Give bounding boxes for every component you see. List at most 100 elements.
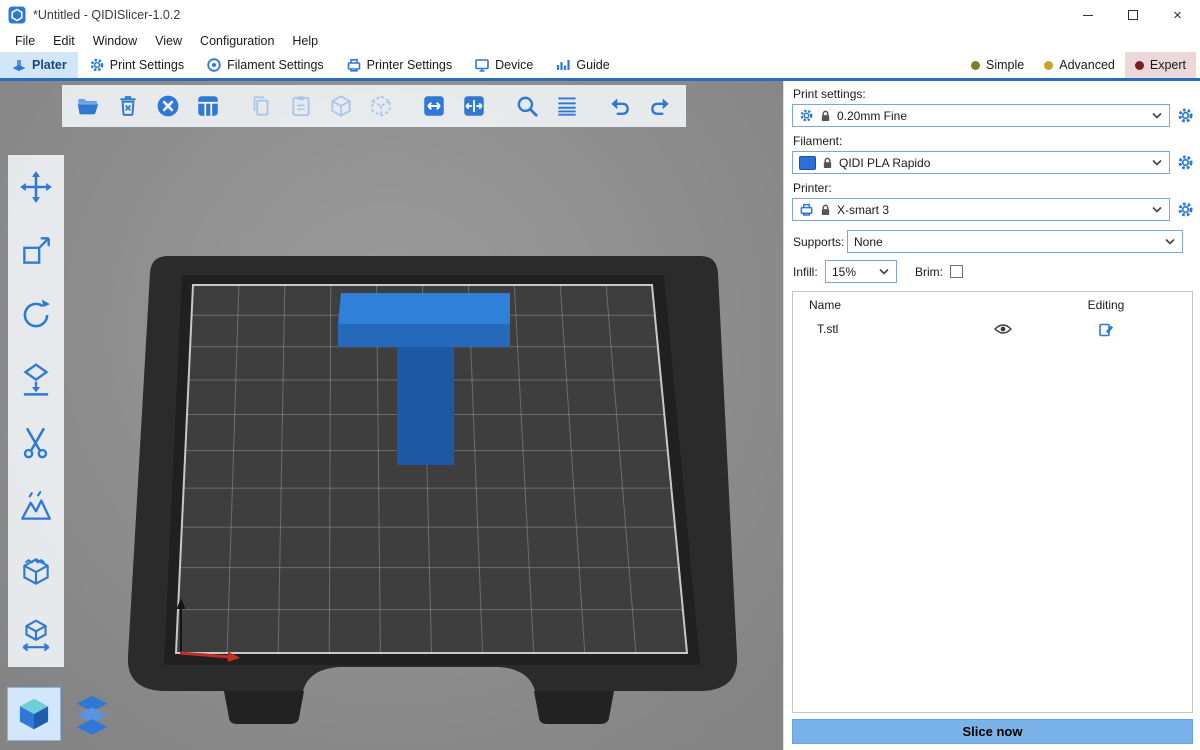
menu-window[interactable]: Window — [84, 30, 146, 52]
chevron-down-icon — [1152, 112, 1162, 119]
arrange-button[interactable] — [188, 86, 228, 126]
tab-guide[interactable]: Guide — [544, 52, 620, 78]
brim-checkbox[interactable] — [950, 265, 963, 278]
undo-button[interactable] — [600, 86, 640, 126]
tab-label: Device — [495, 58, 533, 72]
delete-button[interactable] — [108, 86, 148, 126]
menu-view[interactable]: View — [146, 30, 191, 52]
mode-label: Simple — [986, 58, 1024, 72]
maximize-button[interactable] — [1110, 0, 1155, 30]
fill-bed-button[interactable] — [414, 86, 454, 126]
supports-combo[interactable]: None — [847, 230, 1183, 253]
filament-gear-button[interactable] — [1176, 153, 1195, 172]
tab-print-settings[interactable]: Print Settings — [78, 52, 195, 78]
redo-button[interactable] — [640, 86, 680, 126]
align-instances-button[interactable] — [454, 86, 494, 126]
printer-label: Printer: — [793, 181, 1195, 195]
tab-plater[interactable]: Plater — [0, 52, 78, 78]
split-to-parts-icon — [368, 93, 394, 119]
left-toolbar — [8, 155, 64, 667]
rotate-button[interactable] — [8, 283, 64, 347]
supports-label: Supports: — [793, 235, 847, 249]
scale-icon — [18, 233, 54, 269]
menu-edit[interactable]: Edit — [44, 30, 84, 52]
chevron-down-icon — [1152, 206, 1162, 213]
infill-label: Infill: — [793, 265, 825, 279]
mode-selector: Simple Advanced Expert — [961, 52, 1200, 78]
fuzzy-skin-button[interactable] — [8, 539, 64, 603]
tab-label: Printer Settings — [367, 58, 452, 72]
tab-device[interactable]: Device — [463, 52, 544, 78]
print-settings-combo[interactable]: 0.20mm Fine — [792, 104, 1170, 127]
paint-support-button[interactable] — [8, 475, 64, 539]
print-settings-gear-button[interactable] — [1176, 106, 1195, 125]
printer-value: X-smart 3 — [837, 203, 1146, 217]
filament-settings-icon — [206, 57, 222, 73]
editing-icon — [1099, 322, 1114, 337]
expert-mode-dot-icon — [1135, 61, 1144, 70]
preview-button[interactable] — [66, 688, 118, 740]
infill-combo[interactable]: 15% — [825, 260, 897, 283]
measure-button[interactable] — [8, 603, 64, 667]
search-button[interactable] — [507, 86, 547, 126]
split-to-objects-icon — [328, 93, 354, 119]
plater-icon — [11, 57, 27, 73]
supports-value: None — [854, 235, 1159, 249]
minimize-button[interactable] — [1065, 0, 1110, 30]
menu-configuration[interactable]: Configuration — [191, 30, 283, 52]
tab-label: Plater — [32, 58, 67, 72]
move-button[interactable] — [8, 155, 64, 219]
settings-sidebar: Print settings: 0.20mm Fine — [783, 81, 1200, 750]
tab-filament-settings[interactable]: Filament Settings — [195, 52, 335, 78]
move-icon — [18, 169, 54, 205]
variable-layer-height-button[interactable] — [547, 86, 587, 126]
column-editing: Editing — [1020, 298, 1192, 312]
cut-button[interactable] — [8, 411, 64, 475]
split-to-objects-button[interactable] — [321, 86, 361, 126]
copy-button[interactable] — [241, 86, 281, 126]
maximize-icon — [1128, 10, 1138, 20]
gear-icon — [1177, 201, 1194, 218]
app-icon — [8, 6, 26, 24]
filament-color-swatch — [799, 156, 816, 170]
object-row-t-stl[interactable]: T.stl — [793, 317, 1192, 341]
tab-label: Print Settings — [110, 58, 184, 72]
window-title: *Untitled - QIDISlicer-1.0.2 — [33, 8, 1065, 22]
menu-help[interactable]: Help — [283, 30, 327, 52]
mode-expert[interactable]: Expert — [1125, 52, 1196, 78]
mode-simple[interactable]: Simple — [961, 52, 1034, 78]
cut-icon — [18, 425, 54, 461]
measure-icon — [18, 617, 54, 653]
menu-file[interactable]: File — [6, 30, 44, 52]
printer-settings-icon — [346, 57, 362, 73]
printer-gear-button[interactable] — [1176, 200, 1195, 219]
gear-icon — [1177, 107, 1194, 124]
slice-now-button[interactable]: Slice now — [792, 719, 1193, 744]
object-name: T.stl — [793, 322, 986, 336]
paste-button[interactable] — [281, 86, 321, 126]
fuzzy-skin-icon — [18, 553, 54, 589]
print-settings-icon — [89, 57, 105, 73]
eye-icon — [994, 323, 1012, 335]
print-settings-value: 0.20mm Fine — [837, 109, 1146, 123]
advanced-mode-dot-icon — [1044, 61, 1053, 70]
lock-icon — [820, 203, 831, 217]
place-on-face-button[interactable] — [8, 347, 64, 411]
editing-button[interactable] — [1020, 322, 1192, 337]
printer-combo[interactable]: X-smart 3 — [792, 198, 1170, 221]
close-button[interactable]: × — [1155, 0, 1200, 30]
visibility-toggle[interactable] — [986, 323, 1020, 335]
split-to-parts-button[interactable] — [361, 86, 401, 126]
scale-button[interactable] — [8, 219, 64, 283]
guide-icon — [555, 57, 571, 73]
delete-all-button[interactable] — [148, 86, 188, 126]
3d-editor-view-button[interactable] — [8, 688, 60, 740]
filament-combo[interactable]: QIDI PLA Rapido — [792, 151, 1170, 174]
mode-advanced[interactable]: Advanced — [1034, 52, 1125, 78]
tab-printer-settings[interactable]: Printer Settings — [335, 52, 463, 78]
open-button[interactable] — [68, 86, 108, 126]
viewport-3d-scene[interactable] — [0, 81, 783, 750]
align-instances-icon — [461, 93, 487, 119]
open-folder-icon — [75, 93, 101, 119]
viewport-3d[interactable] — [0, 81, 783, 750]
